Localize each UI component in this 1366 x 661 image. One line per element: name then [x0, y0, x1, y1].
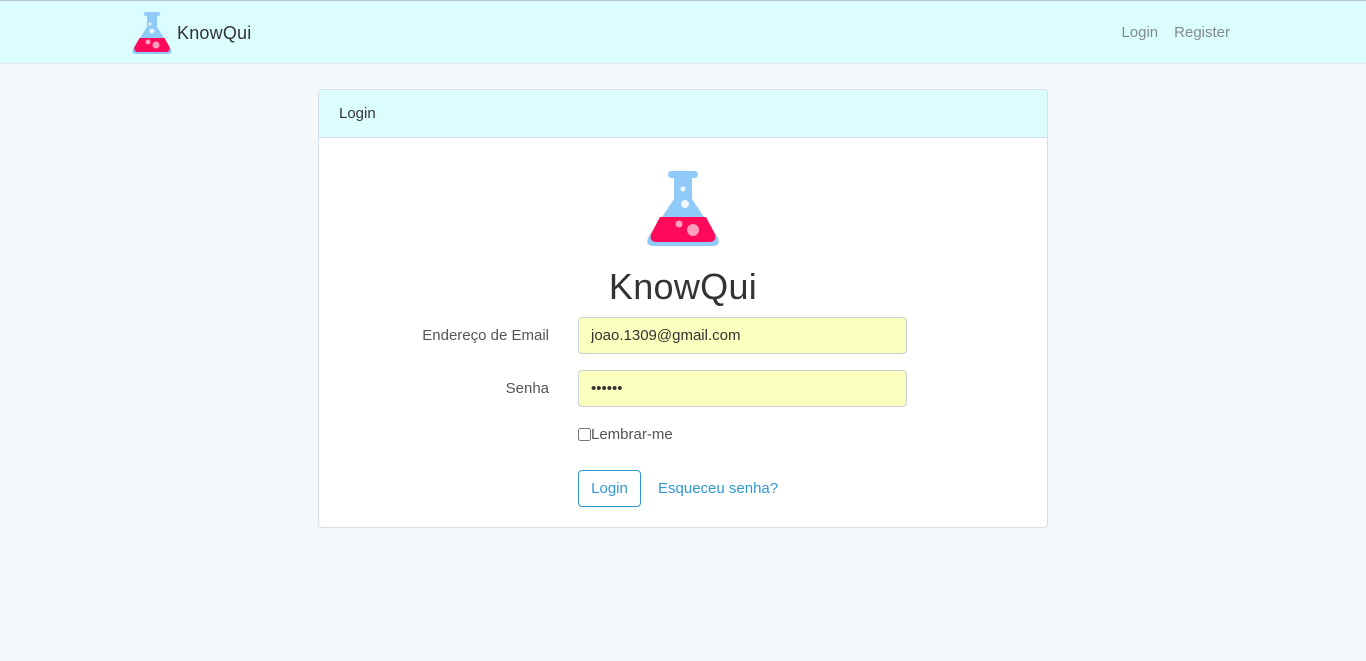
flask-icon [132, 12, 172, 54]
navbar: KnowQui Login Register [0, 0, 1366, 64]
flask-icon [647, 171, 719, 246]
remember-me-checkbox[interactable] [578, 428, 591, 441]
remember-me-label: Lembrar-me [591, 426, 673, 443]
brand-link[interactable]: KnowQui [130, 10, 251, 56]
forgot-password-link[interactable]: Esqueceu senha? [658, 480, 778, 497]
remember-me: Lembrar-me [578, 426, 673, 443]
page-title: KnowQui [608, 266, 758, 307]
password-field[interactable] [578, 370, 907, 407]
password-label: Senha [505, 380, 549, 397]
email-label: Endereço de Email [422, 327, 549, 344]
login-card: Login KnowQui Endereço de Email Senha Le… [318, 89, 1048, 528]
card-header: Login [319, 90, 1047, 138]
nav-login-link[interactable]: Login [1121, 24, 1158, 41]
brand-name: KnowQui [177, 22, 252, 43]
login-button[interactable]: Login [578, 470, 641, 507]
email-field[interactable] [578, 317, 907, 354]
nav-register-link[interactable]: Register [1174, 24, 1230, 41]
nav-links: Login Register [1121, 24, 1230, 41]
